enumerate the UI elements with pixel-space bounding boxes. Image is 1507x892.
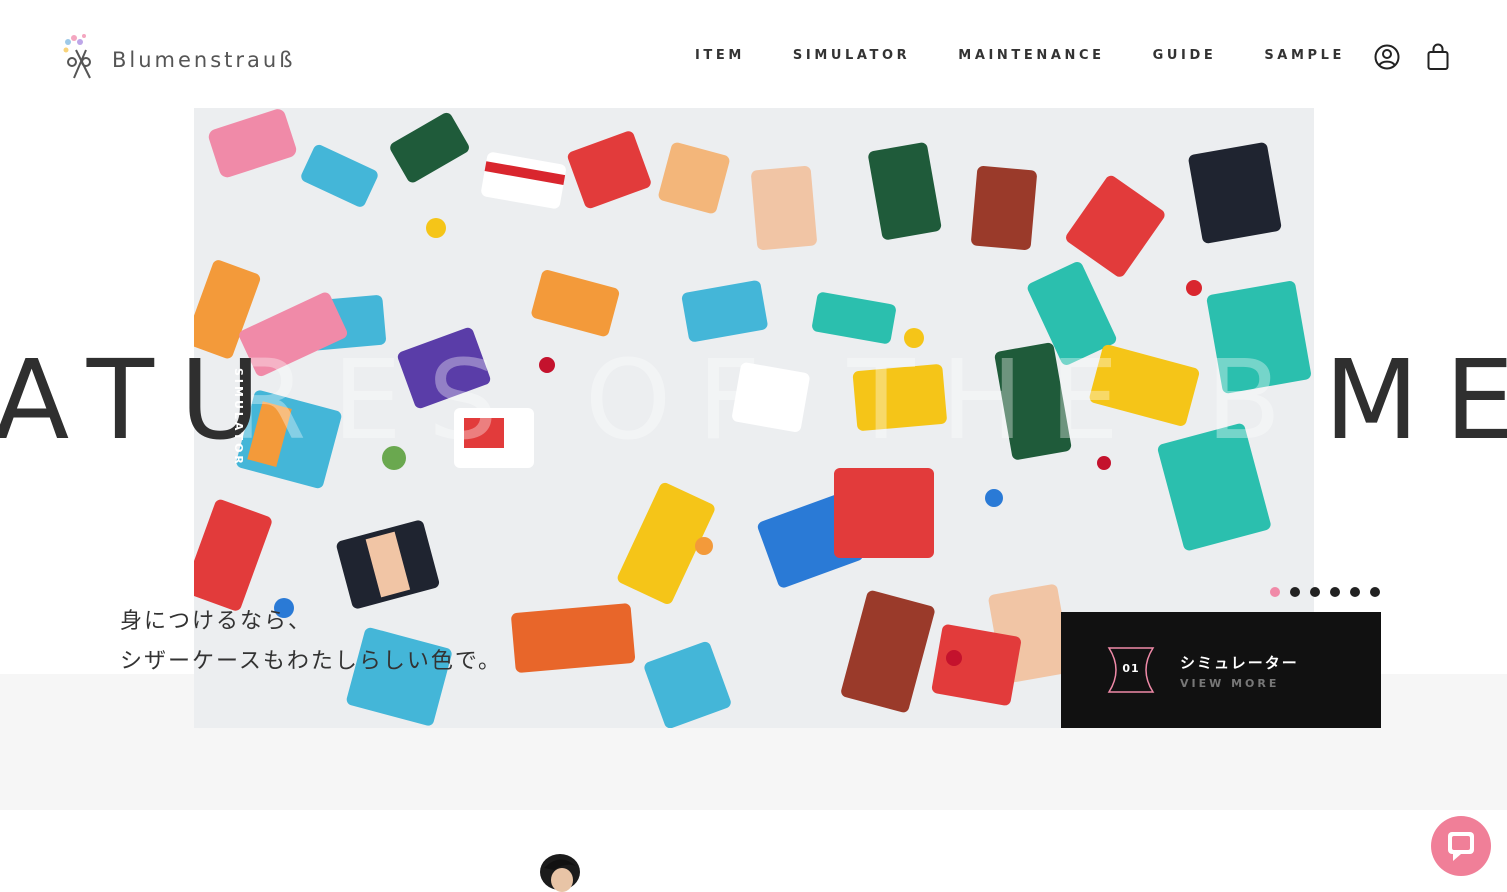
nav-item-guide[interactable]: GUIDE	[1153, 48, 1217, 63]
chat-button[interactable]	[1431, 816, 1491, 876]
nav-item-maintenance[interactable]: MAINTENANCE	[958, 48, 1104, 63]
catch-line-1: 身につけるなら、	[120, 609, 313, 634]
slider-pagination	[1270, 587, 1390, 597]
nav-item-simulator[interactable]: SIMULATOR	[793, 48, 910, 63]
slide-number: 01	[1122, 662, 1140, 675]
slide-dot-3[interactable]	[1310, 587, 1320, 597]
nav-item-sample[interactable]: SAMPLE	[1264, 48, 1345, 63]
chat-icon	[1448, 832, 1474, 861]
account-icon[interactable]	[1373, 42, 1401, 72]
hero-vertical-label: SIMULATOR	[232, 368, 245, 467]
slide-dot-6[interactable]	[1370, 587, 1380, 597]
slide-dot-1[interactable]	[1270, 587, 1280, 597]
shopping-bag-icon[interactable]	[1424, 42, 1452, 72]
catch-line-2: シザーケースもわたしらしい色で。	[120, 649, 503, 674]
main-nav: ITEM SIMULATOR MAINTENANCE GUIDE SAMPLE	[695, 48, 1345, 63]
slide-dot-4[interactable]	[1330, 587, 1340, 597]
slide-link-card[interactable]: 01 シミュレーター VIEW MORE	[1061, 612, 1381, 728]
hero-ghost-text: RES OF THE BLU	[230, 345, 1320, 455]
hero-catchphrase: 身につけるなら、 シザーケースもわたしらしい色で。	[120, 602, 502, 682]
brand-name: Blumenstrauß	[112, 48, 296, 72]
person-photo-partial	[540, 854, 580, 892]
site-header: Blumenstrauß ITEM SIMULATOR MAINTENANCE …	[0, 0, 1507, 108]
brand-logo[interactable]: Blumenstrauß	[60, 32, 295, 82]
slide-title: シミュレーター	[1180, 654, 1299, 672]
nav-item-item[interactable]: ITEM	[695, 48, 745, 63]
slide-dot-5[interactable]	[1350, 587, 1360, 597]
scissors-flower-logo-icon	[63, 34, 91, 79]
view-more-link[interactable]: VIEW MORE	[1180, 677, 1279, 690]
slide-dot-2[interactable]	[1290, 587, 1300, 597]
hero-big-text-right: ME	[1324, 336, 1507, 464]
